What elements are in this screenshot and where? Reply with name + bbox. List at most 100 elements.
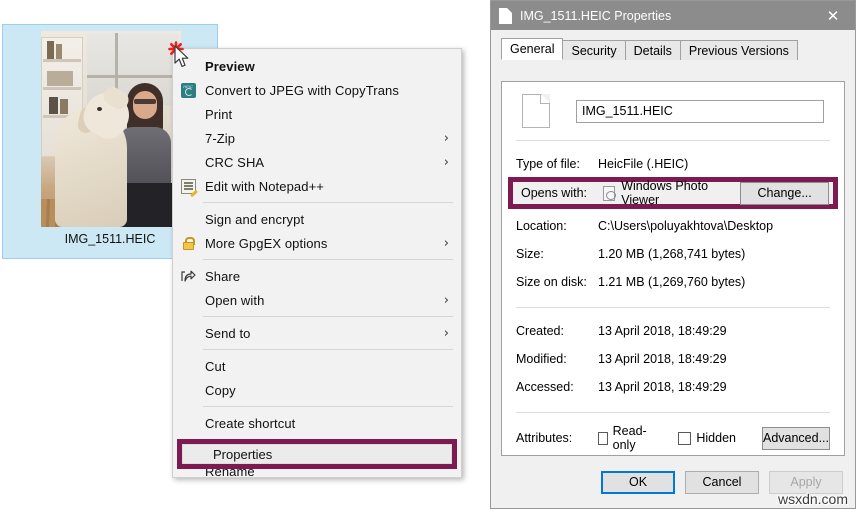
row-location: Location: C:\Users\poluyakhtova\Desktop	[502, 215, 844, 237]
opens-with-highlight-box: Opens with: Windows Photo Viewer Change.…	[508, 177, 838, 209]
change-button[interactable]: Change...	[740, 181, 829, 205]
menu-item-copy[interactable]: Copy	[173, 378, 461, 402]
file-name-row: IMG_1511.HEIC	[502, 82, 844, 128]
menu-item-open-with[interactable]: Open with ›	[173, 288, 461, 312]
menu-item-label: More GpgEX options	[205, 235, 328, 251]
menu-item-create-shortcut[interactable]: Create shortcut	[173, 411, 461, 435]
cancel-button[interactable]: Cancel	[685, 470, 759, 494]
attributes-label: Attributes:	[516, 431, 573, 445]
row-accessed: Accessed: 13 April 2018, 18:49:29	[502, 376, 844, 398]
dialog-title-text: IMG_1511.HEIC Properties	[520, 8, 672, 23]
advanced-button[interactable]: Advanced...	[761, 426, 830, 450]
menu-item-label: Edit with Notepad++	[205, 178, 324, 194]
menu-item-label: CRC SHA	[205, 154, 265, 170]
menu-item-label: Properties	[213, 446, 273, 462]
divider	[516, 307, 830, 308]
file-document-icon	[499, 7, 512, 24]
type-of-file-label: Type of file:	[516, 157, 580, 171]
cut-icon-slot	[173, 354, 203, 378]
properties-dialog[interactable]: IMG_1511.HEIC Properties ✕ General Secur…	[490, 0, 856, 509]
row-attributes: Attributes: Read-only Hidden Advanced...	[502, 424, 844, 452]
readonly-label: Read-only	[612, 424, 647, 452]
menu-item-crc-sha[interactable]: CRC SHA ›	[173, 150, 461, 174]
tab-strip[interactable]: General Security Details Previous Versio…	[501, 38, 855, 60]
menu-item-7zip[interactable]: 7-Zip ›	[173, 126, 461, 150]
location-value: C:\Users\poluyakhtova\Desktop	[598, 219, 774, 233]
hidden-checkbox[interactable]	[678, 431, 692, 445]
size-on-disk-value: 1.21 MB (1,269,760 bytes)	[598, 275, 746, 289]
menu-item-edit-with-notepadpp[interactable]: Edit with Notepad++	[173, 174, 461, 198]
ok-button[interactable]: OK	[601, 470, 675, 494]
menu-item-sign-and-encrypt[interactable]: Sign and encrypt	[173, 207, 461, 231]
menu-item-label: Sign and encrypt	[205, 211, 305, 227]
notepadpp-icon	[173, 174, 203, 198]
row-size-on-disk: Size on disk: 1.21 MB (1,269,760 bytes)	[502, 271, 844, 293]
size-on-disk-label: Size on disk:	[516, 275, 587, 289]
divider	[516, 140, 830, 141]
tab-details[interactable]: Details	[624, 40, 681, 60]
share-icon	[173, 264, 203, 288]
row-modified: Modified: 13 April 2018, 18:49:29	[502, 348, 844, 370]
row-type-of-file: Type of file: HeicFile (.HEIC)	[502, 153, 844, 175]
hidden-checkbox-group[interactable]: Hidden	[678, 431, 736, 445]
dialog-body: General Security Details Previous Versio…	[491, 30, 855, 508]
tab-general[interactable]: General	[501, 38, 564, 60]
menu-item-label: Share	[205, 268, 241, 284]
menu-item-label: Print	[205, 106, 233, 122]
crcsha-icon-slot	[173, 150, 203, 174]
menu-item-cut[interactable]: Cut	[173, 354, 461, 378]
created-value: 13 April 2018, 18:49:29	[598, 324, 727, 338]
readonly-checkbox-group[interactable]: Read-only	[598, 424, 652, 452]
menu-item-more-gpgex-options[interactable]: More GpgEX options ›	[173, 231, 461, 255]
menu-item-label: Cut	[205, 358, 226, 374]
menu-separator	[203, 316, 453, 317]
close-icon[interactable]: ✕	[811, 1, 855, 30]
menu-separator	[203, 349, 453, 350]
menu-item-label: Open with	[205, 292, 265, 308]
row-size: Size: 1.20 MB (1,268,741 bytes)	[502, 243, 844, 265]
file-name-input[interactable]: IMG_1511.HEIC	[576, 99, 824, 123]
watermark-text: wsxdn.com	[777, 491, 848, 507]
menu-item-label: 7-Zip	[205, 130, 236, 146]
menu-item-properties[interactable]: Properties	[182, 444, 452, 464]
modified-value: 13 April 2018, 18:49:29	[598, 352, 727, 366]
chevron-right-icon: ›	[443, 130, 449, 146]
context-menu[interactable]: Preview Convert to JPEG with CopyTrans P…	[172, 48, 462, 479]
menu-item-preview[interactable]: Preview	[173, 54, 461, 78]
created-label: Created:	[516, 324, 564, 338]
modified-label: Modified:	[516, 352, 567, 366]
hidden-label: Hidden	[696, 431, 736, 445]
menu-separator	[203, 202, 453, 203]
file-thumbnail-image	[41, 31, 181, 227]
menu-item-send-to[interactable]: Send to ›	[173, 321, 461, 345]
readonly-checkbox[interactable]	[598, 431, 608, 445]
mouse-arrow-cursor	[174, 45, 191, 74]
sevenzip-icon-slot	[173, 126, 203, 150]
print-icon-slot	[173, 102, 203, 126]
chevron-right-icon: ›	[443, 154, 449, 170]
menu-item-print[interactable]: Print	[173, 102, 461, 126]
menu-item-label: Copy	[205, 382, 236, 398]
dialog-title-bar[interactable]: IMG_1511.HEIC Properties ✕	[491, 1, 855, 30]
size-value: 1.20 MB (1,268,741 bytes)	[598, 247, 746, 261]
menu-item-share[interactable]: Share	[173, 264, 461, 288]
photo-viewer-icon	[603, 185, 617, 201]
chevron-right-icon: ›	[443, 292, 449, 308]
row-created: Created: 13 April 2018, 18:49:29	[502, 320, 844, 342]
menu-item-convert-to-jpeg[interactable]: Convert to JPEG with CopyTrans	[173, 78, 461, 102]
tab-previous-versions[interactable]: Previous Versions	[679, 40, 798, 60]
size-label: Size:	[516, 247, 544, 261]
type-of-file-value: HeicFile (.HEIC)	[598, 157, 689, 171]
send-to-icon-slot	[173, 321, 203, 345]
copytrans-heic-icon	[173, 78, 203, 102]
menu-item-label: Send to	[205, 325, 251, 341]
location-label: Location:	[516, 219, 567, 233]
tab-security[interactable]: Security	[562, 40, 626, 60]
file-type-icon	[522, 94, 550, 128]
chevron-right-icon: ›	[443, 325, 449, 341]
menu-separator	[203, 259, 453, 260]
opens-with-value: Windows Photo Viewer	[621, 179, 709, 207]
sign-icon-slot	[173, 207, 203, 231]
chevron-right-icon: ›	[443, 235, 449, 251]
menu-item-label: Preview	[205, 58, 255, 74]
